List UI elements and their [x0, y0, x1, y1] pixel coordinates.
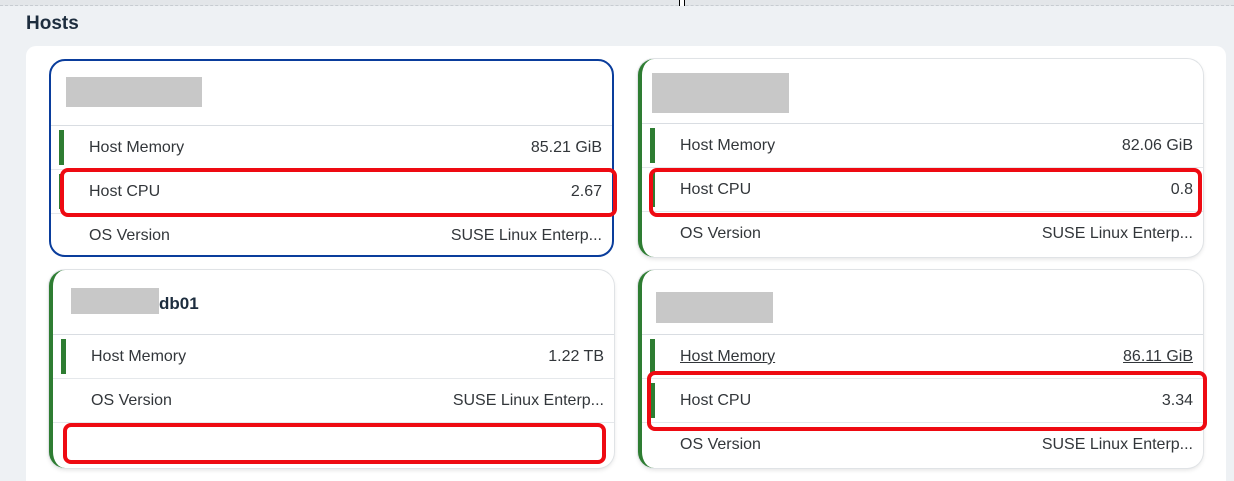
os-version-value: SUSE Linux Enterp... [450, 227, 602, 244]
host-card-header [642, 270, 1203, 335]
os-version-label: OS Version [680, 436, 761, 453]
os-version-row: OS Version SUSE Linux Enterp... [642, 423, 1203, 467]
redacted-host-name [71, 288, 159, 314]
host-memory-row: Host Memory 82.06 GiB [642, 124, 1203, 168]
host-memory-label: Host Memory [91, 348, 187, 365]
host-cpu-label: Host CPU [89, 183, 161, 200]
host-card-header [642, 59, 1203, 124]
host-cpu-value: 2.67 [570, 183, 602, 200]
host-card-header [51, 61, 612, 126]
os-version-row: OS Version SUSE Linux Enterp... [642, 212, 1203, 256]
redacted-host-name [652, 73, 789, 113]
host-card-header: db01 [53, 270, 614, 335]
host-memory-label: Host Memory [680, 137, 776, 154]
status-accent [650, 339, 655, 374]
host-memory-value: 85.21 GiB [530, 139, 602, 156]
status-accent [650, 128, 655, 163]
os-version-label: OS Version [91, 392, 172, 409]
top-toolbar-strip [0, 0, 1234, 6]
empty-row [53, 423, 614, 467]
redacted-host-name [656, 292, 773, 323]
os-version-row: OS Version SUSE Linux Enterp... [53, 379, 614, 423]
host-name: db01 [159, 294, 199, 313]
host-memory-row: Host Memory 86.11 GiB [642, 335, 1203, 379]
host-card-4[interactable]: Host Memory 86.11 GiB Host CPU 3.34 OS V… [638, 270, 1203, 468]
host-cpu-label: Host CPU [680, 392, 752, 409]
host-card-1[interactable]: Host Memory 85.21 GiB Host CPU 2.67 OS V… [49, 59, 614, 257]
host-card-2[interactable]: Host Memory 82.06 GiB Host CPU 0.8 OS Ve… [638, 59, 1203, 257]
host-memory-row: Host Memory 1.22 TB [53, 335, 614, 379]
os-version-row: OS Version SUSE Linux Enterp... [51, 214, 612, 255]
status-accent [650, 383, 655, 418]
host-memory-value: 86.11 GiB [1123, 348, 1193, 365]
host-cpu-label: Host CPU [680, 181, 752, 198]
host-cpu-row: Host CPU 3.34 [642, 379, 1203, 423]
status-accent [61, 339, 66, 374]
host-memory-label: Host Memory [89, 139, 185, 156]
host-memory-label: Host Memory [680, 348, 776, 365]
status-accent [59, 130, 64, 165]
host-cpu-value: 3.34 [1161, 392, 1193, 409]
status-accent [650, 172, 655, 207]
host-memory-value: 1.22 TB [548, 348, 604, 365]
host-cpu-row: Host CPU 0.8 [642, 168, 1203, 212]
status-accent [59, 174, 64, 209]
os-version-value: SUSE Linux Enterp... [1041, 436, 1193, 453]
host-memory-value: 82.06 GiB [1121, 137, 1193, 154]
os-version-label: OS Version [680, 225, 761, 242]
redacted-host-name [66, 77, 202, 107]
cursor-marker [679, 0, 685, 6]
os-version-value: SUSE Linux Enterp... [1041, 225, 1193, 242]
host-cpu-value: 0.8 [1170, 181, 1193, 198]
section-title: Hosts [26, 13, 79, 34]
os-version-value: SUSE Linux Enterp... [452, 392, 604, 409]
host-memory-row: Host Memory 85.21 GiB [51, 126, 612, 170]
host-cpu-row: Host CPU 2.67 [51, 170, 612, 214]
host-card-3[interactable]: db01 Host Memory 1.22 TB OS Version SUSE… [49, 270, 614, 468]
os-version-label: OS Version [89, 227, 170, 244]
